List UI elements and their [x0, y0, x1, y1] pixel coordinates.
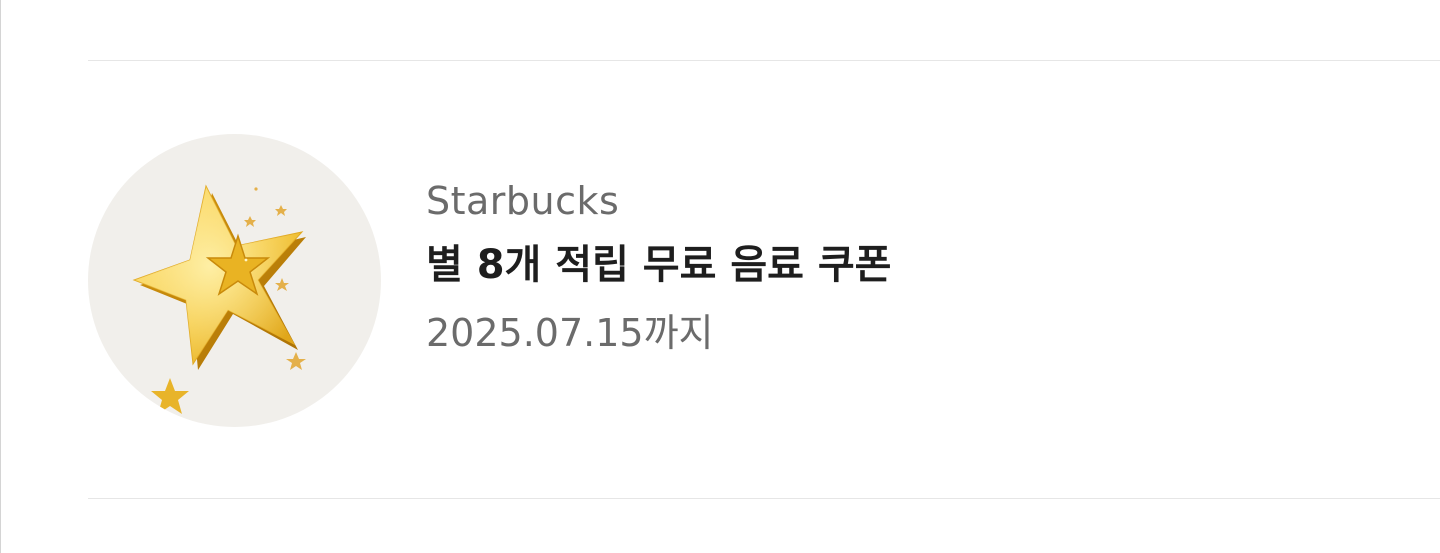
gold-star-icon [132, 184, 306, 414]
coupon-expiry: 2025.07.15까지 [426, 311, 714, 355]
bottom-divider [88, 498, 1440, 499]
coupon-info: Starbucks 별 8개 적립 무료 음료 쿠폰 2025.07.15까지 [426, 171, 891, 367]
window-edge [0, 0, 1, 553]
coupon-thumbnail [88, 134, 381, 427]
coupon-brand: Starbucks [426, 179, 620, 223]
coupon-list-item[interactable]: Starbucks 별 8개 적립 무료 음료 쿠폰 2025.07.15까지 [88, 61, 1440, 498]
coupon-title: 별 8개 적립 무료 음료 쿠폰 [426, 242, 892, 288]
